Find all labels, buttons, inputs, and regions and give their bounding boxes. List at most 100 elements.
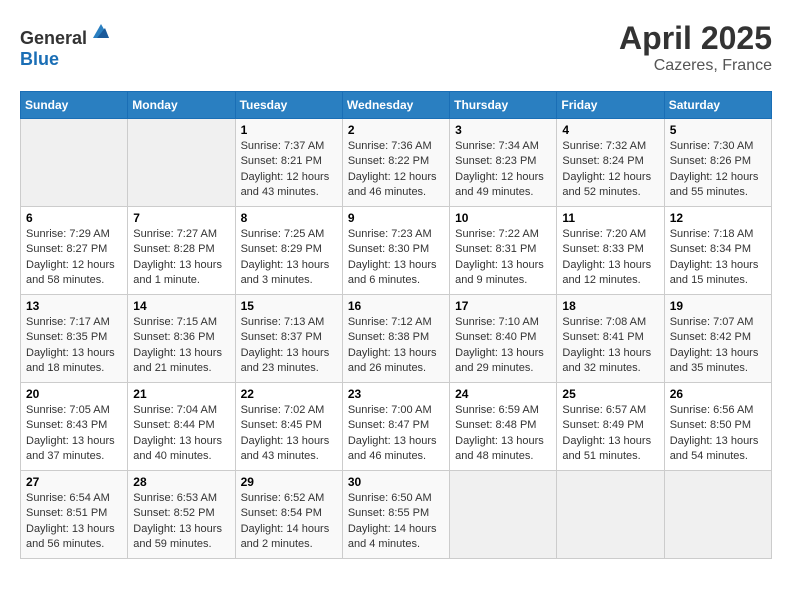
calendar-cell: 27Sunrise: 6:54 AMSunset: 8:51 PMDayligh… (21, 471, 128, 559)
day-info: Sunrise: 6:52 AMSunset: 8:54 PMDaylight:… (241, 491, 337, 553)
day-number: 20 (26, 387, 122, 401)
calendar-cell: 17 Sunrise: 7:10 AMSunset: 8:40 PMDayligh… (450, 295, 557, 383)
calendar-cell: 9 Sunrise: 7:23 AMSunset: 8:30 PMDaylight… (342, 207, 449, 295)
day-number: 5 (670, 123, 766, 137)
calendar-cell: 25 Sunrise: 6:57 AMSunset: 8:49 PMDayligh… (557, 383, 664, 471)
week-row-3: 13Sunrise: 7:17 AMSunset: 8:35 PMDayligh… (21, 295, 772, 383)
calendar-cell: 15Sunrise: 7:13 AMSunset: 8:37 PMDayligh… (235, 295, 342, 383)
calendar-cell: 19 Sunrise: 7:07 AMSunset: 8:42 PMDayligh… (664, 295, 771, 383)
day-info: Sunrise: 7:37 AMSunset: 8:21 PMDaylight:… (241, 139, 337, 201)
day-info: Sunrise: 7:12 AMSunset: 8:38 PMDaylight:… (348, 315, 444, 377)
calendar-cell: 6Sunrise: 7:29 AMSunset: 8:27 PMDaylight… (21, 207, 128, 295)
day-info: Sunrise: 7:27 AMSunset: 8:28 PMDaylight:… (133, 227, 229, 289)
calendar-cell (450, 471, 557, 559)
day-number: 9 (348, 211, 444, 225)
week-row-1: 1 Sunrise: 7:37 AMSunset: 8:21 PMDaylight… (21, 119, 772, 207)
calendar-cell (664, 471, 771, 559)
day-number: 4 (562, 123, 658, 137)
calendar-cell: 4 Sunrise: 7:32 AMSunset: 8:24 PMDaylight… (557, 119, 664, 207)
calendar-cell: 28 Sunrise: 6:53 AMSunset: 8:52 PMDayligh… (128, 471, 235, 559)
day-info: Sunrise: 7:23 AMSunset: 8:30 PMDaylight:… (348, 227, 444, 289)
weekday-header-wednesday: Wednesday (342, 92, 449, 119)
title-block: April 2025 Cazeres, France (619, 20, 772, 75)
calendar-cell: 18 Sunrise: 7:08 AMSunset: 8:41 PMDayligh… (557, 295, 664, 383)
day-info: Sunrise: 7:08 AMSunset: 8:41 PMDaylight:… (562, 315, 658, 377)
calendar-cell: 5 Sunrise: 7:30 AMSunset: 8:26 PMDaylight… (664, 119, 771, 207)
day-info: Sunrise: 7:02 AMSunset: 8:45 PMDaylight:… (241, 403, 337, 465)
day-info: Sunrise: 6:59 AMSunset: 8:48 PMDaylight:… (455, 403, 551, 465)
calendar-cell: 21Sunrise: 7:04 AMSunset: 8:44 PMDayligh… (128, 383, 235, 471)
day-number: 25 (562, 387, 658, 401)
location-title: Cazeres, France (619, 57, 772, 75)
day-info: Sunrise: 7:15 AMSunset: 8:36 PMDaylight:… (133, 315, 229, 377)
day-info: Sunrise: 7:30 AMSunset: 8:26 PMDaylight:… (670, 139, 766, 201)
calendar-cell: 14 Sunrise: 7:15 AMSunset: 8:36 PMDayligh… (128, 295, 235, 383)
day-number: 2 (348, 123, 444, 137)
weekday-header-saturday: Saturday (664, 92, 771, 119)
day-number: 13 (26, 299, 122, 313)
day-number: 16 (348, 299, 444, 313)
calendar-cell: 26 Sunrise: 6:56 AMSunset: 8:50 PMDayligh… (664, 383, 771, 471)
calendar-table: SundayMondayTuesdayWednesdayThursdayFrid… (20, 91, 772, 559)
calendar-cell: 22Sunrise: 7:02 AMSunset: 8:45 PMDayligh… (235, 383, 342, 471)
day-number: 8 (241, 211, 337, 225)
calendar-cell: 8 Sunrise: 7:25 AMSunset: 8:29 PMDaylight… (235, 207, 342, 295)
calendar-cell: 30Sunrise: 6:50 AMSunset: 8:55 PMDayligh… (342, 471, 449, 559)
calendar-cell: 20 Sunrise: 7:05 AMSunset: 8:43 PMDayligh… (21, 383, 128, 471)
calendar-cell: 13Sunrise: 7:17 AMSunset: 8:35 PMDayligh… (21, 295, 128, 383)
day-number: 7 (133, 211, 229, 225)
logo-text: General Blue (20, 20, 113, 70)
calendar-cell: 24 Sunrise: 6:59 AMSunset: 8:48 PMDayligh… (450, 383, 557, 471)
calendar-cell: 11 Sunrise: 7:20 AMSunset: 8:33 PMDayligh… (557, 207, 664, 295)
day-number: 18 (562, 299, 658, 313)
weekday-header-friday: Friday (557, 92, 664, 119)
day-info: Sunrise: 7:29 AMSunset: 8:27 PMDaylight:… (26, 227, 122, 289)
day-info: Sunrise: 7:25 AMSunset: 8:29 PMDaylight:… (241, 227, 337, 289)
week-row-4: 20 Sunrise: 7:05 AMSunset: 8:43 PMDayligh… (21, 383, 772, 471)
calendar-cell: 10 Sunrise: 7:22 AMSunset: 8:31 PMDayligh… (450, 207, 557, 295)
calendar-cell: 23Sunrise: 7:00 AMSunset: 8:47 PMDayligh… (342, 383, 449, 471)
day-info: Sunrise: 7:34 AMSunset: 8:23 PMDaylight:… (455, 139, 551, 201)
weekday-header-monday: Monday (128, 92, 235, 119)
weekday-header-thursday: Thursday (450, 92, 557, 119)
day-number: 11 (562, 211, 658, 225)
day-number: 12 (670, 211, 766, 225)
calendar-cell: 1 Sunrise: 7:37 AMSunset: 8:21 PMDaylight… (235, 119, 342, 207)
week-row-5: 27Sunrise: 6:54 AMSunset: 8:51 PMDayligh… (21, 471, 772, 559)
page-header: General Blue April 2025 Cazeres, France (20, 20, 772, 75)
calendar-cell: 2Sunrise: 7:36 AMSunset: 8:22 PMDaylight… (342, 119, 449, 207)
logo-general: General (20, 28, 87, 48)
logo: General Blue (20, 20, 113, 70)
weekday-header-tuesday: Tuesday (235, 92, 342, 119)
calendar-cell (128, 119, 235, 207)
day-info: Sunrise: 6:53 AMSunset: 8:52 PMDaylight:… (133, 491, 229, 553)
logo-icon (89, 20, 113, 44)
day-number: 10 (455, 211, 551, 225)
weekday-header-sunday: Sunday (21, 92, 128, 119)
day-number: 26 (670, 387, 766, 401)
calendar-cell: 29 Sunrise: 6:52 AMSunset: 8:54 PMDayligh… (235, 471, 342, 559)
day-number: 24 (455, 387, 551, 401)
day-number: 30 (348, 475, 444, 489)
day-number: 28 (133, 475, 229, 489)
calendar-cell: 7 Sunrise: 7:27 AMSunset: 8:28 PMDaylight… (128, 207, 235, 295)
day-info: Sunrise: 7:20 AMSunset: 8:33 PMDaylight:… (562, 227, 658, 289)
day-info: Sunrise: 7:07 AMSunset: 8:42 PMDaylight:… (670, 315, 766, 377)
day-info: Sunrise: 7:04 AMSunset: 8:44 PMDaylight:… (133, 403, 229, 465)
day-number: 29 (241, 475, 337, 489)
day-info: Sunrise: 6:54 AMSunset: 8:51 PMDaylight:… (26, 491, 122, 553)
day-number: 14 (133, 299, 229, 313)
day-info: Sunrise: 7:18 AMSunset: 8:34 PMDaylight:… (670, 227, 766, 289)
day-info: Sunrise: 6:57 AMSunset: 8:49 PMDaylight:… (562, 403, 658, 465)
day-number: 17 (455, 299, 551, 313)
day-info: Sunrise: 7:10 AMSunset: 8:40 PMDaylight:… (455, 315, 551, 377)
day-info: Sunrise: 6:56 AMSunset: 8:50 PMDaylight:… (670, 403, 766, 465)
day-info: Sunrise: 7:32 AMSunset: 8:24 PMDaylight:… (562, 139, 658, 201)
day-number: 3 (455, 123, 551, 137)
day-info: Sunrise: 7:05 AMSunset: 8:43 PMDaylight:… (26, 403, 122, 465)
calendar-cell: 3 Sunrise: 7:34 AMSunset: 8:23 PMDaylight… (450, 119, 557, 207)
day-info: Sunrise: 7:22 AMSunset: 8:31 PMDaylight:… (455, 227, 551, 289)
day-number: 19 (670, 299, 766, 313)
day-info: Sunrise: 7:13 AMSunset: 8:37 PMDaylight:… (241, 315, 337, 377)
day-number: 1 (241, 123, 337, 137)
